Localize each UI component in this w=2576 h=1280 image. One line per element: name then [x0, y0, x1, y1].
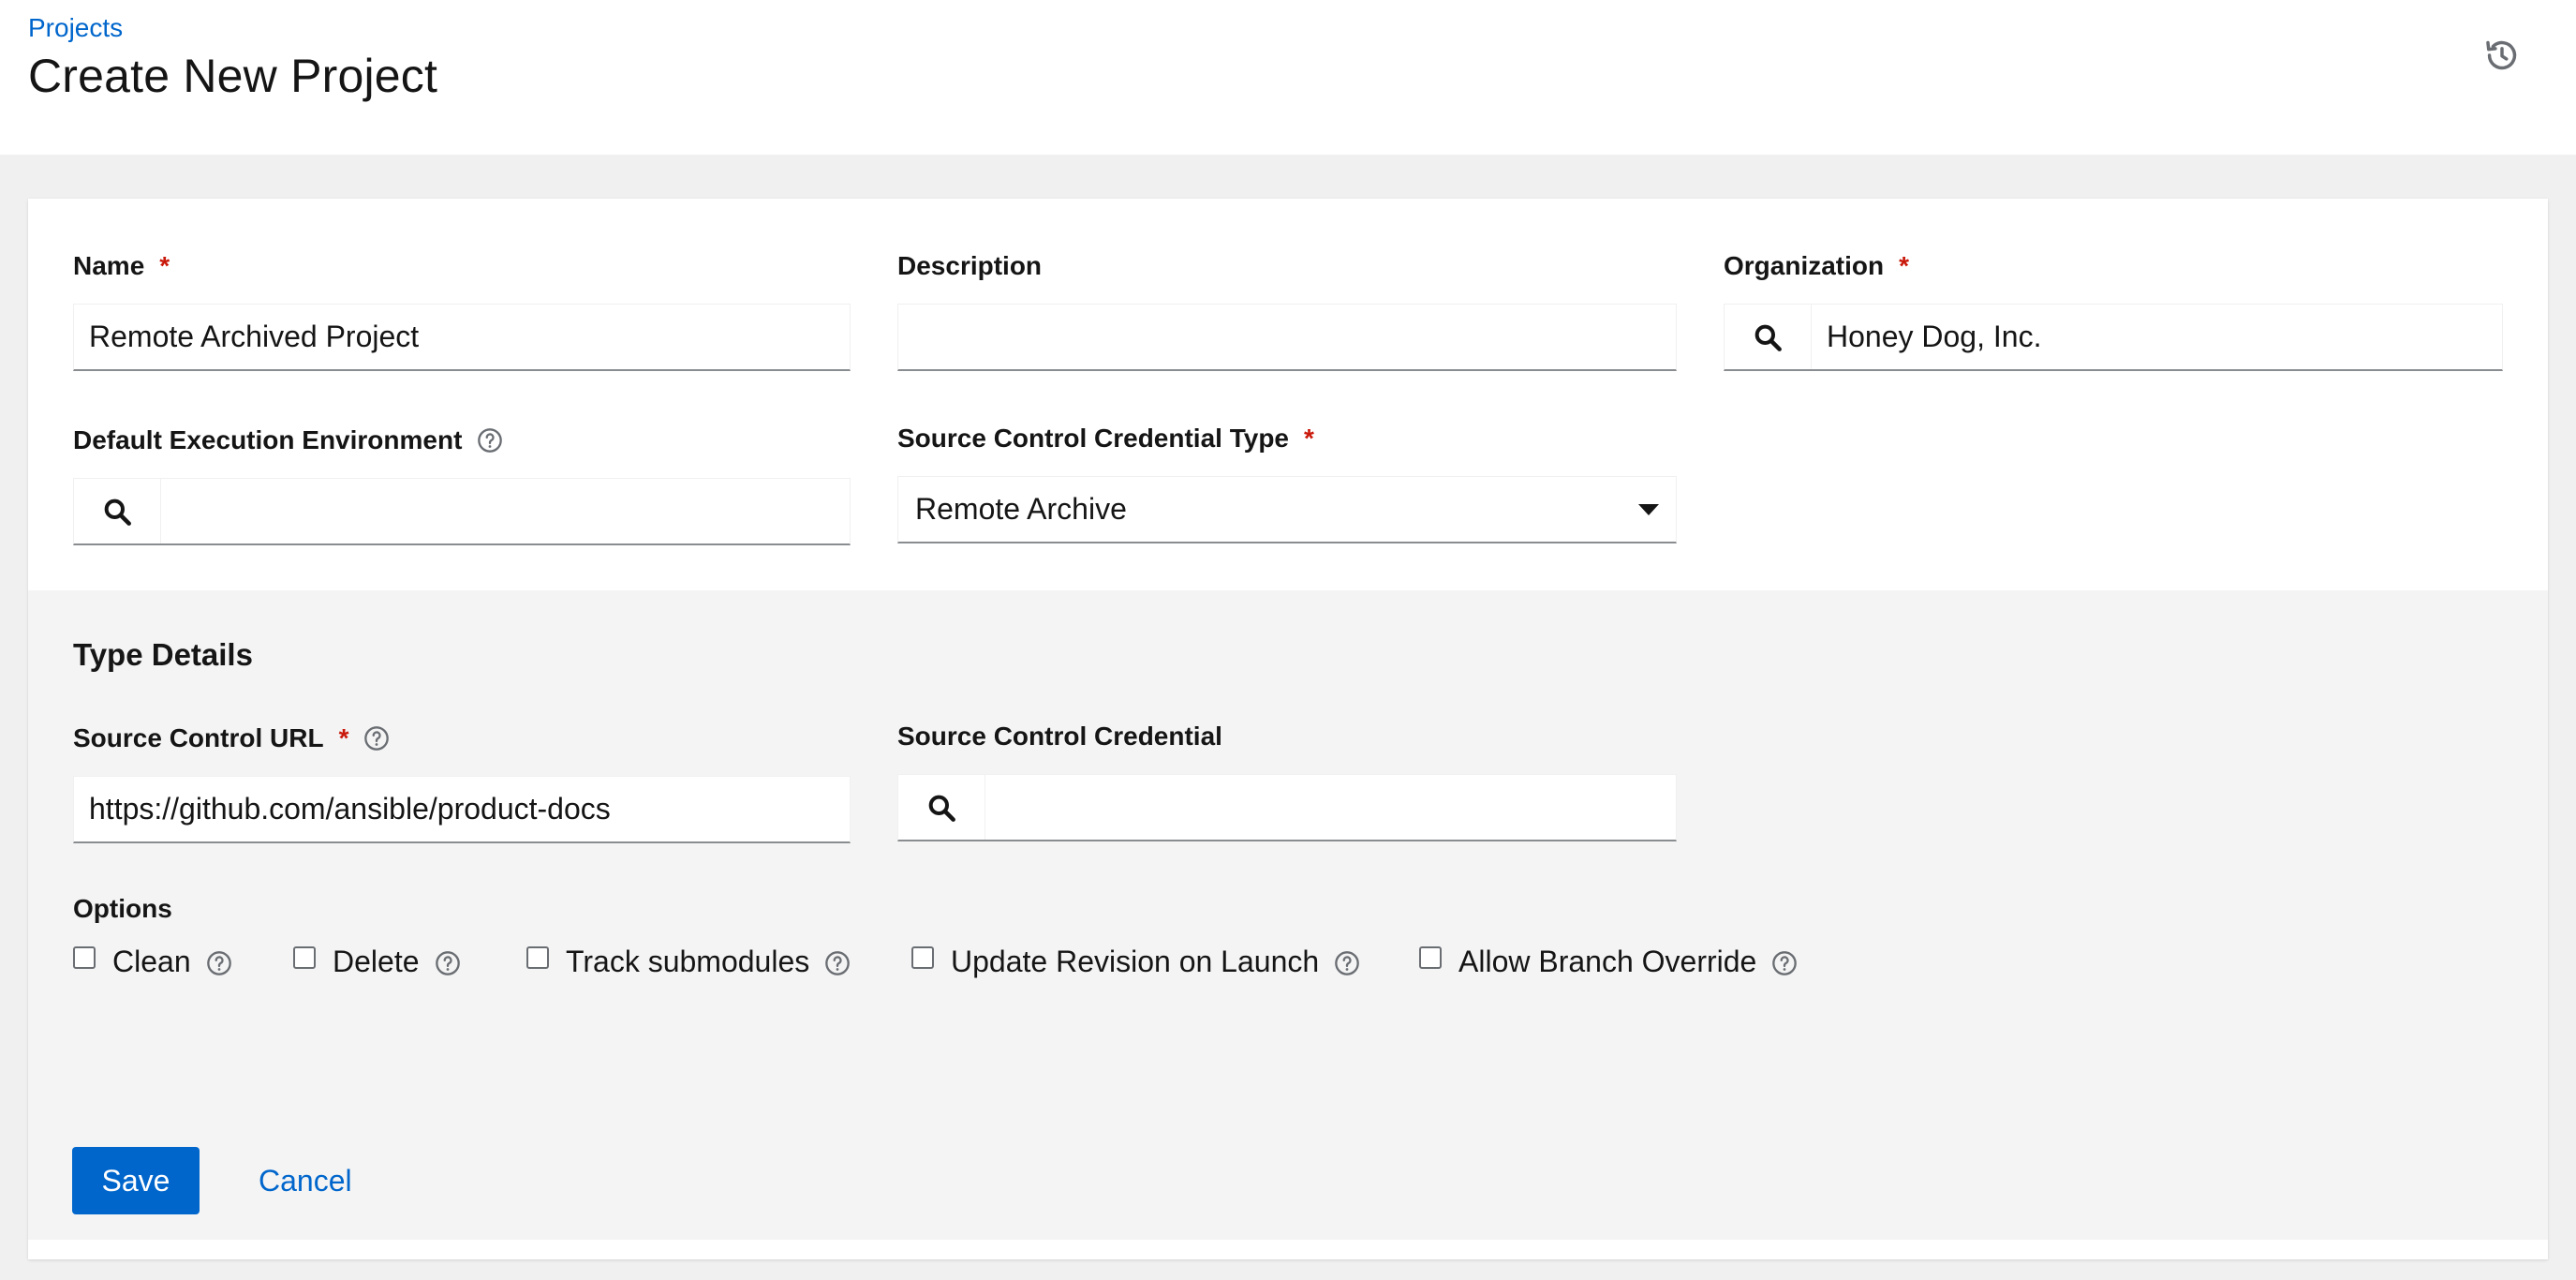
execution-environment-label: Default Execution Environment: [73, 425, 503, 455]
execution-environment-label-text: Default Execution Environment: [73, 425, 463, 454]
name-label-text: Name: [73, 251, 145, 280]
help-icon[interactable]: [1334, 949, 1360, 975]
source-control-credential-label-text: Source Control Credential: [897, 722, 1222, 751]
help-icon[interactable]: [824, 949, 851, 975]
clean-checkbox[interactable]: [73, 945, 96, 969]
page-header: Projects Create New Project: [0, 0, 2576, 155]
search-icon: [1754, 324, 1782, 351]
source-control-credential-label: Source Control Credential: [897, 722, 1222, 752]
breadcrumb-projects[interactable]: Projects: [28, 13, 123, 43]
option-update-revision-on-launch: Update Revision on Launch: [911, 945, 1360, 979]
option-label: Clean: [112, 945, 191, 978]
option-allow-branch-override: Allow Branch Override: [1419, 945, 1798, 979]
name-input[interactable]: [73, 304, 851, 371]
required-marker: *: [338, 723, 349, 752]
credential-type-selected: Remote Archive: [915, 492, 1127, 526]
required-marker: *: [159, 251, 170, 280]
option-clean: Clean: [73, 945, 232, 979]
description-label-text: Description: [897, 251, 1043, 280]
organization-input[interactable]: [1812, 305, 2502, 369]
name-label: Name *: [73, 251, 170, 281]
source-control-credential-search-button[interactable]: [898, 775, 985, 840]
options-label: Options: [73, 894, 172, 923]
search-icon: [104, 499, 131, 526]
save-button[interactable]: Save: [72, 1147, 200, 1214]
type-details-title: Type Details: [73, 637, 253, 672]
description-input[interactable]: [897, 304, 1677, 371]
delete-checkbox[interactable]: [293, 945, 316, 969]
execution-environment-search-button[interactable]: [74, 479, 161, 543]
type-details-section: Type Details Source Control URL * Source…: [28, 590, 2548, 1240]
help-icon[interactable]: [206, 949, 232, 975]
caret-down-icon: [1638, 503, 1659, 515]
organization-lookup: [1724, 304, 2503, 371]
required-marker: *: [1899, 251, 1910, 280]
source-control-credential-lookup: [897, 774, 1677, 841]
credential-type-label-text: Source Control Credential Type: [897, 424, 1289, 453]
page-title: Create New Project: [28, 50, 438, 102]
source-control-credential-input[interactable]: [985, 775, 1676, 840]
required-marker: *: [1304, 424, 1314, 453]
track-submodules-checkbox[interactable]: [526, 945, 549, 969]
update-revision-checkbox[interactable]: [911, 945, 934, 969]
project-form-card: Name * Description Organization * Defaul…: [28, 199, 2548, 1259]
option-label: Delete: [333, 945, 420, 978]
organization-search-button[interactable]: [1725, 305, 1812, 369]
help-icon[interactable]: [477, 427, 503, 454]
help-icon[interactable]: [435, 949, 461, 975]
execution-environment-lookup: [73, 478, 851, 545]
allow-branch-override-checkbox[interactable]: [1419, 945, 1442, 969]
option-label: Update Revision on Launch: [951, 945, 1320, 978]
credential-type-select[interactable]: Remote Archive: [897, 476, 1677, 543]
description-label: Description: [897, 251, 1042, 281]
search-icon: [928, 795, 955, 822]
source-control-url-label: Source Control URL *: [73, 723, 390, 753]
source-control-url-label-text: Source Control URL: [73, 723, 324, 752]
option-delete: Delete: [293, 945, 461, 979]
help-icon[interactable]: [363, 725, 390, 752]
option-label: Allow Branch Override: [1458, 945, 1757, 978]
cancel-button[interactable]: Cancel: [259, 1147, 352, 1214]
credential-type-label: Source Control Credential Type *: [897, 424, 1314, 454]
option-track-submodules: Track submodules: [526, 945, 851, 979]
source-control-url-input[interactable]: [73, 776, 851, 843]
execution-environment-input[interactable]: [161, 479, 850, 543]
help-icon[interactable]: [1771, 949, 1798, 975]
history-icon[interactable]: [2484, 37, 2520, 73]
organization-label: Organization *: [1724, 251, 1909, 281]
option-label: Track submodules: [566, 945, 810, 978]
organization-label-text: Organization: [1724, 251, 1885, 280]
